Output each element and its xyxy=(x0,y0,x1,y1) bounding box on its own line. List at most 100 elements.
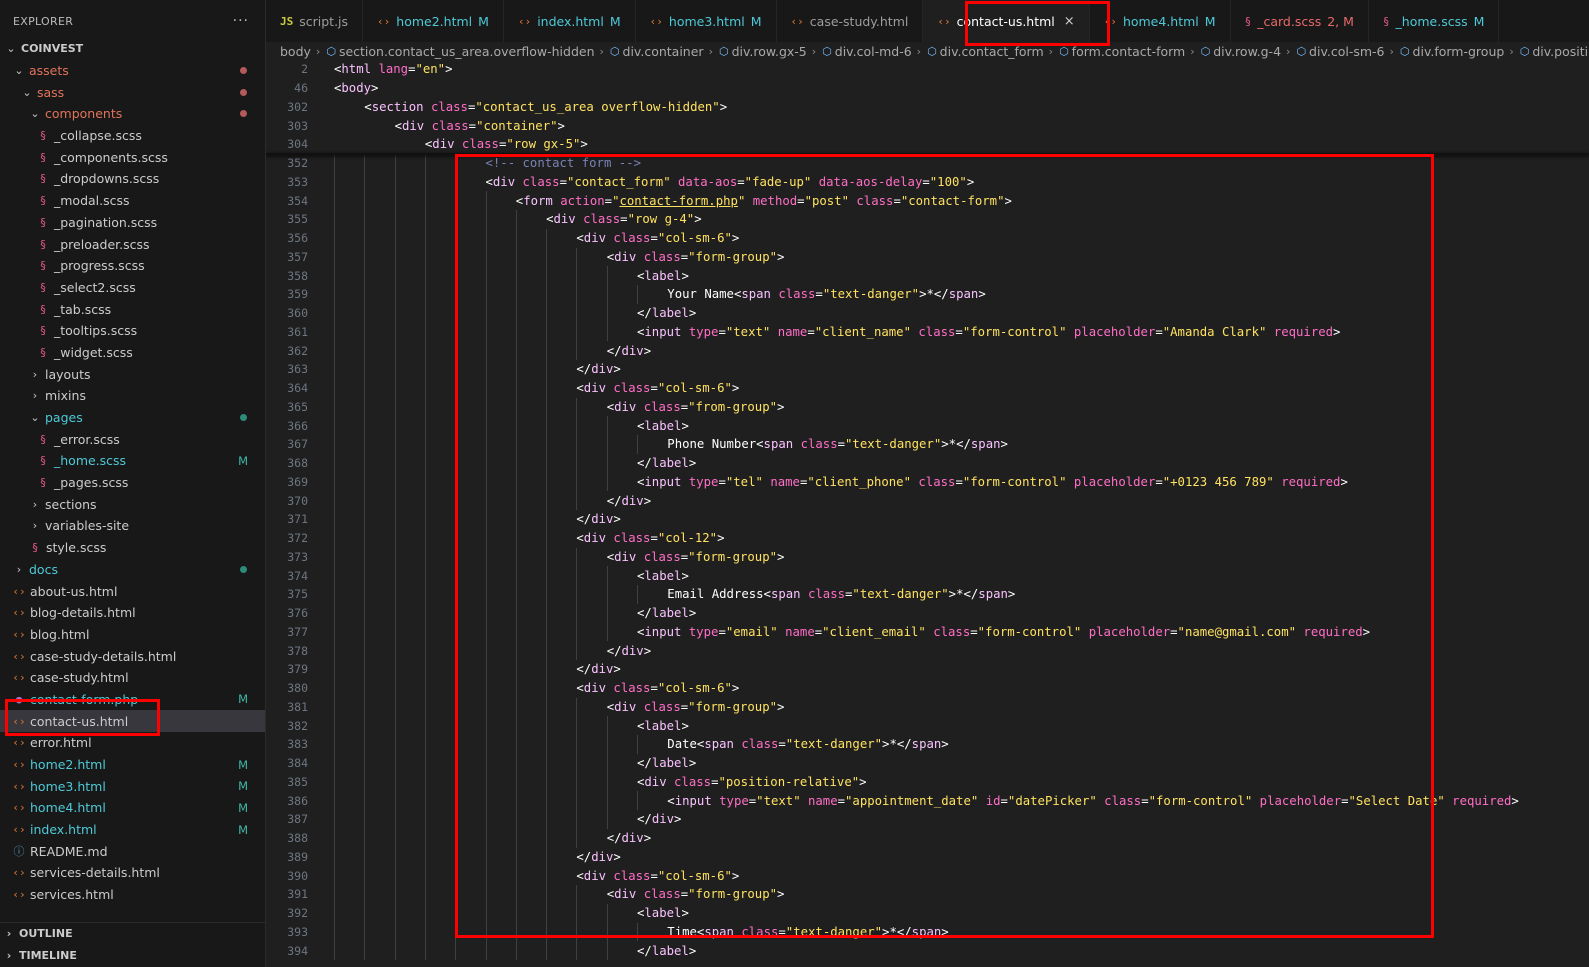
tree-item-label: _widget.scss xyxy=(54,344,133,360)
file-services-details-html[interactable]: ‹› services-details.html xyxy=(0,862,265,884)
timeline-section[interactable]: › TIMELINE xyxy=(0,945,265,967)
code-text: </label> xyxy=(637,943,697,958)
chevron-right-icon: › xyxy=(6,927,12,941)
code-text: </div> xyxy=(637,812,682,827)
folder-pages[interactable]: ⌄ pages xyxy=(0,407,265,429)
file-modal-scss[interactable]: § _modal.scss xyxy=(0,190,265,212)
html-file-icon: ‹› xyxy=(12,671,26,685)
scss-file-icon: § xyxy=(39,345,47,359)
folder-assets[interactable]: ⌄ assets xyxy=(0,60,265,82)
breadcrumb-label: section.contact_us_area.overflow-hidden xyxy=(338,43,595,59)
file-pages-scss[interactable]: § _pages.scss xyxy=(0,472,265,494)
breadcrumb-item[interactable]: ⬡ div.contact_form › xyxy=(921,44,1053,59)
file-readme-md[interactable]: ⓘ README.md xyxy=(0,840,265,862)
file-blog-details-html[interactable]: ‹› blog-details.html xyxy=(0,602,265,624)
code-text: <form action="contact-form.php" method="… xyxy=(515,193,1012,208)
tab-contact-us-html[interactable]: ‹› contact-us.html × xyxy=(923,0,1090,42)
line-number: 375 xyxy=(287,587,308,602)
file-preloader-scss[interactable]: § _preloader.scss xyxy=(0,233,265,255)
outline-section[interactable]: › OUTLINE xyxy=(0,923,265,945)
scss-file-icon: § xyxy=(39,259,47,273)
code-text: <div class="form-group"> xyxy=(606,549,785,564)
breadcrumb-item[interactable]: ⬡ div.container › xyxy=(604,44,713,59)
folder-layouts[interactable]: › layouts xyxy=(0,363,265,385)
file-services-html[interactable]: ‹› services.html xyxy=(0,884,265,906)
indent-guide xyxy=(455,153,457,960)
breadcrumb-item[interactable]: ⬡ div.row.gx-5 › xyxy=(713,44,816,59)
tab-label: _home.scss xyxy=(1395,13,1468,29)
breadcrumb-item[interactable]: ⬡ div.col-sm-6 › xyxy=(1290,44,1393,59)
breadcrumb-item[interactable]: ⬡ div.col-md-6 › xyxy=(816,44,921,59)
tab-script-js[interactable]: JS script.js xyxy=(266,0,364,42)
file-about-us-html[interactable]: ‹› about-us.html xyxy=(0,580,265,602)
file-case-study-html[interactable]: ‹› case-study.html xyxy=(0,667,265,689)
file-tab-scss[interactable]: § _tab.scss xyxy=(0,298,265,320)
breadcrumb-item[interactable]: ⬡ form.contact-form › xyxy=(1053,44,1195,59)
code-line: 386 <input type="text" name="appointment_… xyxy=(266,791,1589,810)
code-editor[interactable]: 2 <html lang="en"> 46 <body> 302 <section cla… xyxy=(266,60,1589,967)
file-home-scss[interactable]: § _home.scss M xyxy=(0,450,265,472)
line-number: 383 xyxy=(287,737,308,752)
scss-file-icon: § xyxy=(39,129,47,143)
breadcrumb-item[interactable]: ⬡ div.positi xyxy=(1514,44,1588,59)
file-error-scss[interactable]: § _error.scss xyxy=(0,428,265,450)
code-text: </div> xyxy=(606,831,652,846)
tab-case-study-html[interactable]: ‹› case-study.html xyxy=(777,0,924,42)
breadcrumb-label: body xyxy=(280,43,311,59)
tab-home-scss[interactable]: § _home.scss M xyxy=(1369,0,1500,42)
tab-card-scss[interactable]: § _card.scss 2, M xyxy=(1231,0,1369,42)
tab-index-html[interactable]: ‹› index.html M xyxy=(504,0,636,42)
file-style-scss[interactable]: § style.scss xyxy=(0,537,265,559)
breadcrumb-item[interactable]: ⬡ div.form-group › xyxy=(1394,44,1514,59)
more-actions-icon[interactable]: ··· xyxy=(233,13,249,29)
folder-sass[interactable]: ⌄ sass xyxy=(0,81,265,103)
close-icon[interactable]: × xyxy=(1064,14,1075,29)
code-text: </div> xyxy=(576,662,621,677)
file-collapse-scss[interactable]: § _collapse.scss xyxy=(0,125,265,147)
tree-item-label: components xyxy=(45,106,123,122)
chevron-right-icon: › xyxy=(6,949,12,963)
breadcrumb-item[interactable]: ⬡ section.contact_us_area.overflow-hidden… xyxy=(320,44,604,59)
folder-mixins[interactable]: › mixins xyxy=(0,385,265,407)
tree-item-label: variables-site xyxy=(45,518,130,534)
folder-coinvest[interactable]: ⌄ COINVEST xyxy=(0,38,265,60)
code-text: Time<span class="text-danger">*</span> xyxy=(667,924,949,939)
file-dropdowns-scss[interactable]: § _dropdowns.scss xyxy=(0,168,265,190)
tree-item-label: home4.html xyxy=(30,800,106,816)
explorer-sidebar: EXPLORER ··· ⌄ COINVEST ⌄ assets ⌄ sass ⌄ compo… xyxy=(0,0,266,967)
folder-components[interactable]: ⌄ components xyxy=(0,103,265,125)
file-pagination-scss[interactable]: § _pagination.scss xyxy=(0,212,265,234)
breadcrumb-item[interactable]: body › xyxy=(280,44,320,59)
file-contact-form-php[interactable]: ● contact-form.php M xyxy=(0,689,265,711)
tree-item-label: case-study-details.html xyxy=(30,648,177,664)
tree-item-label: _components.scss xyxy=(54,149,168,165)
file-home4-html[interactable]: ‹› home4.html M xyxy=(0,797,265,819)
breadcrumb-item[interactable]: ⬡ div.row.g-4 › xyxy=(1195,44,1291,59)
file-progress-scss[interactable]: § _progress.scss xyxy=(0,255,265,277)
file-home2-html[interactable]: ‹› home2.html M xyxy=(0,754,265,776)
file-contact-us-html[interactable]: ‹› contact-us.html xyxy=(0,710,265,732)
code-text: <!-- contact form --> xyxy=(485,156,641,171)
folder-variables-site[interactable]: › variables-site xyxy=(0,515,265,537)
file-blog-html[interactable]: ‹› blog.html xyxy=(0,624,265,646)
file-select2-scss[interactable]: § _select2.scss xyxy=(0,277,265,299)
folder-docs[interactable]: › docs xyxy=(0,559,265,581)
file-widget-scss[interactable]: § _widget.scss xyxy=(0,342,265,364)
tab-home2-html[interactable]: ‹› home2.html M xyxy=(363,0,504,42)
file-components-scss[interactable]: § _components.scss xyxy=(0,146,265,168)
folder-sections[interactable]: › sections xyxy=(0,493,265,515)
code-text: <label> xyxy=(637,906,689,921)
line-number: 386 xyxy=(287,793,308,808)
sticky-scroll-line: 46 <body> xyxy=(266,79,1589,98)
line-number: 378 xyxy=(287,643,308,658)
file-index-html[interactable]: ‹› index.html M xyxy=(0,819,265,841)
code-line: 364 <div class="col-sm-6"> xyxy=(266,379,1589,398)
file-home3-html[interactable]: ‹› home3.html M xyxy=(0,775,265,797)
code-text: <div class="col-sm-6"> xyxy=(576,231,740,246)
line-number: 384 xyxy=(287,756,308,771)
file-case-study-details-html[interactable]: ‹› case-study-details.html xyxy=(0,645,265,667)
file-error-html[interactable]: ‹› error.html xyxy=(0,732,265,754)
tab-home3-html[interactable]: ‹› home3.html M xyxy=(636,0,777,42)
tab-home4-html[interactable]: ‹› home4.html M xyxy=(1090,0,1231,42)
file-tooltips-scss[interactable]: § _tooltips.scss xyxy=(0,320,265,342)
